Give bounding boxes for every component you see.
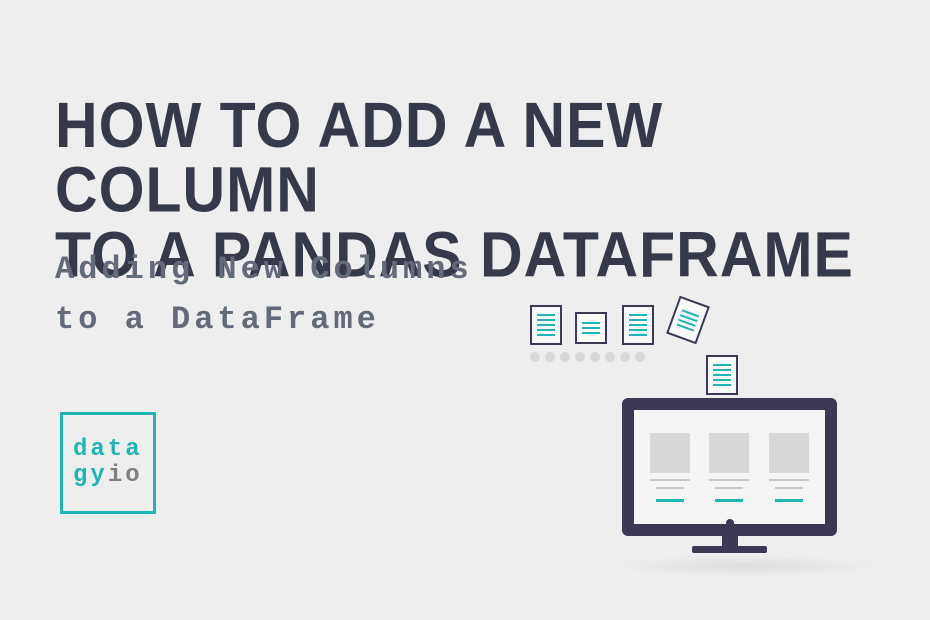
shadow-decoration	[605, 555, 885, 577]
doc-line-icon	[537, 319, 555, 321]
placeholder-line-icon	[769, 479, 809, 481]
logo-text-line-1: data	[73, 437, 143, 463]
doc-line-icon	[713, 384, 731, 386]
monitor-column-icon	[769, 433, 809, 502]
document-icon	[622, 305, 654, 345]
doc-line-icon	[537, 329, 555, 331]
doc-line-icon	[629, 329, 647, 331]
placeholder-rect-icon	[709, 433, 749, 473]
doc-line-icon	[582, 332, 600, 334]
document-icon	[666, 296, 710, 345]
accent-bar-icon	[715, 499, 743, 502]
monitor-frame-icon	[622, 398, 837, 536]
dot-icon	[575, 352, 585, 362]
doc-line-icon	[582, 322, 600, 324]
subtitle-line-2: to a DataFrame	[55, 301, 380, 338]
document-icon	[530, 305, 562, 345]
accent-bar-icon	[775, 499, 803, 502]
monitor-button-icon	[726, 519, 734, 527]
document-icon	[575, 312, 607, 344]
monitor-screen-icon	[634, 410, 825, 524]
doc-line-icon	[629, 324, 647, 326]
doc-line-icon	[537, 334, 555, 336]
doc-line-icon	[713, 364, 731, 366]
dots-decoration	[530, 352, 645, 362]
doc-line-icon	[629, 319, 647, 321]
dot-icon	[545, 352, 555, 362]
dot-icon	[605, 352, 615, 362]
placeholder-rect-icon	[769, 433, 809, 473]
dot-icon	[590, 352, 600, 362]
doc-line-icon	[629, 314, 647, 316]
placeholder-rect-icon	[650, 433, 690, 473]
dot-icon	[560, 352, 570, 362]
dot-icon	[620, 352, 630, 362]
placeholder-line-icon	[775, 487, 803, 489]
monitor-base-icon	[692, 546, 767, 553]
doc-line-icon	[713, 369, 731, 371]
document-icon	[706, 355, 738, 395]
accent-bar-icon	[656, 499, 684, 502]
logo-text-line-2: gyio	[73, 463, 143, 489]
monitor-column-icon	[650, 433, 690, 502]
datagy-logo: data gyio	[60, 412, 156, 514]
subtitle-line-1: Adding New Columns	[55, 251, 473, 288]
title-line-1: HOW TO ADD A NEW COLUMN	[55, 90, 663, 226]
computer-monitor-illustration	[622, 398, 837, 553]
doc-line-icon	[537, 314, 555, 316]
dot-icon	[530, 352, 540, 362]
placeholder-line-icon	[715, 487, 743, 489]
doc-line-icon	[537, 324, 555, 326]
page-subtitle: Adding New Columns to a DataFrame	[55, 245, 473, 344]
placeholder-line-icon	[709, 479, 749, 481]
monitor-stand-icon	[722, 536, 738, 546]
placeholder-line-icon	[650, 479, 690, 481]
doc-line-icon	[629, 334, 647, 336]
doc-line-icon	[582, 327, 600, 329]
doc-line-icon	[713, 379, 731, 381]
placeholder-line-icon	[656, 487, 684, 489]
dot-icon	[635, 352, 645, 362]
monitor-column-icon	[709, 433, 749, 502]
doc-line-icon	[713, 374, 731, 376]
logo-io: io	[108, 462, 143, 489]
logo-gy: gy	[73, 462, 108, 489]
